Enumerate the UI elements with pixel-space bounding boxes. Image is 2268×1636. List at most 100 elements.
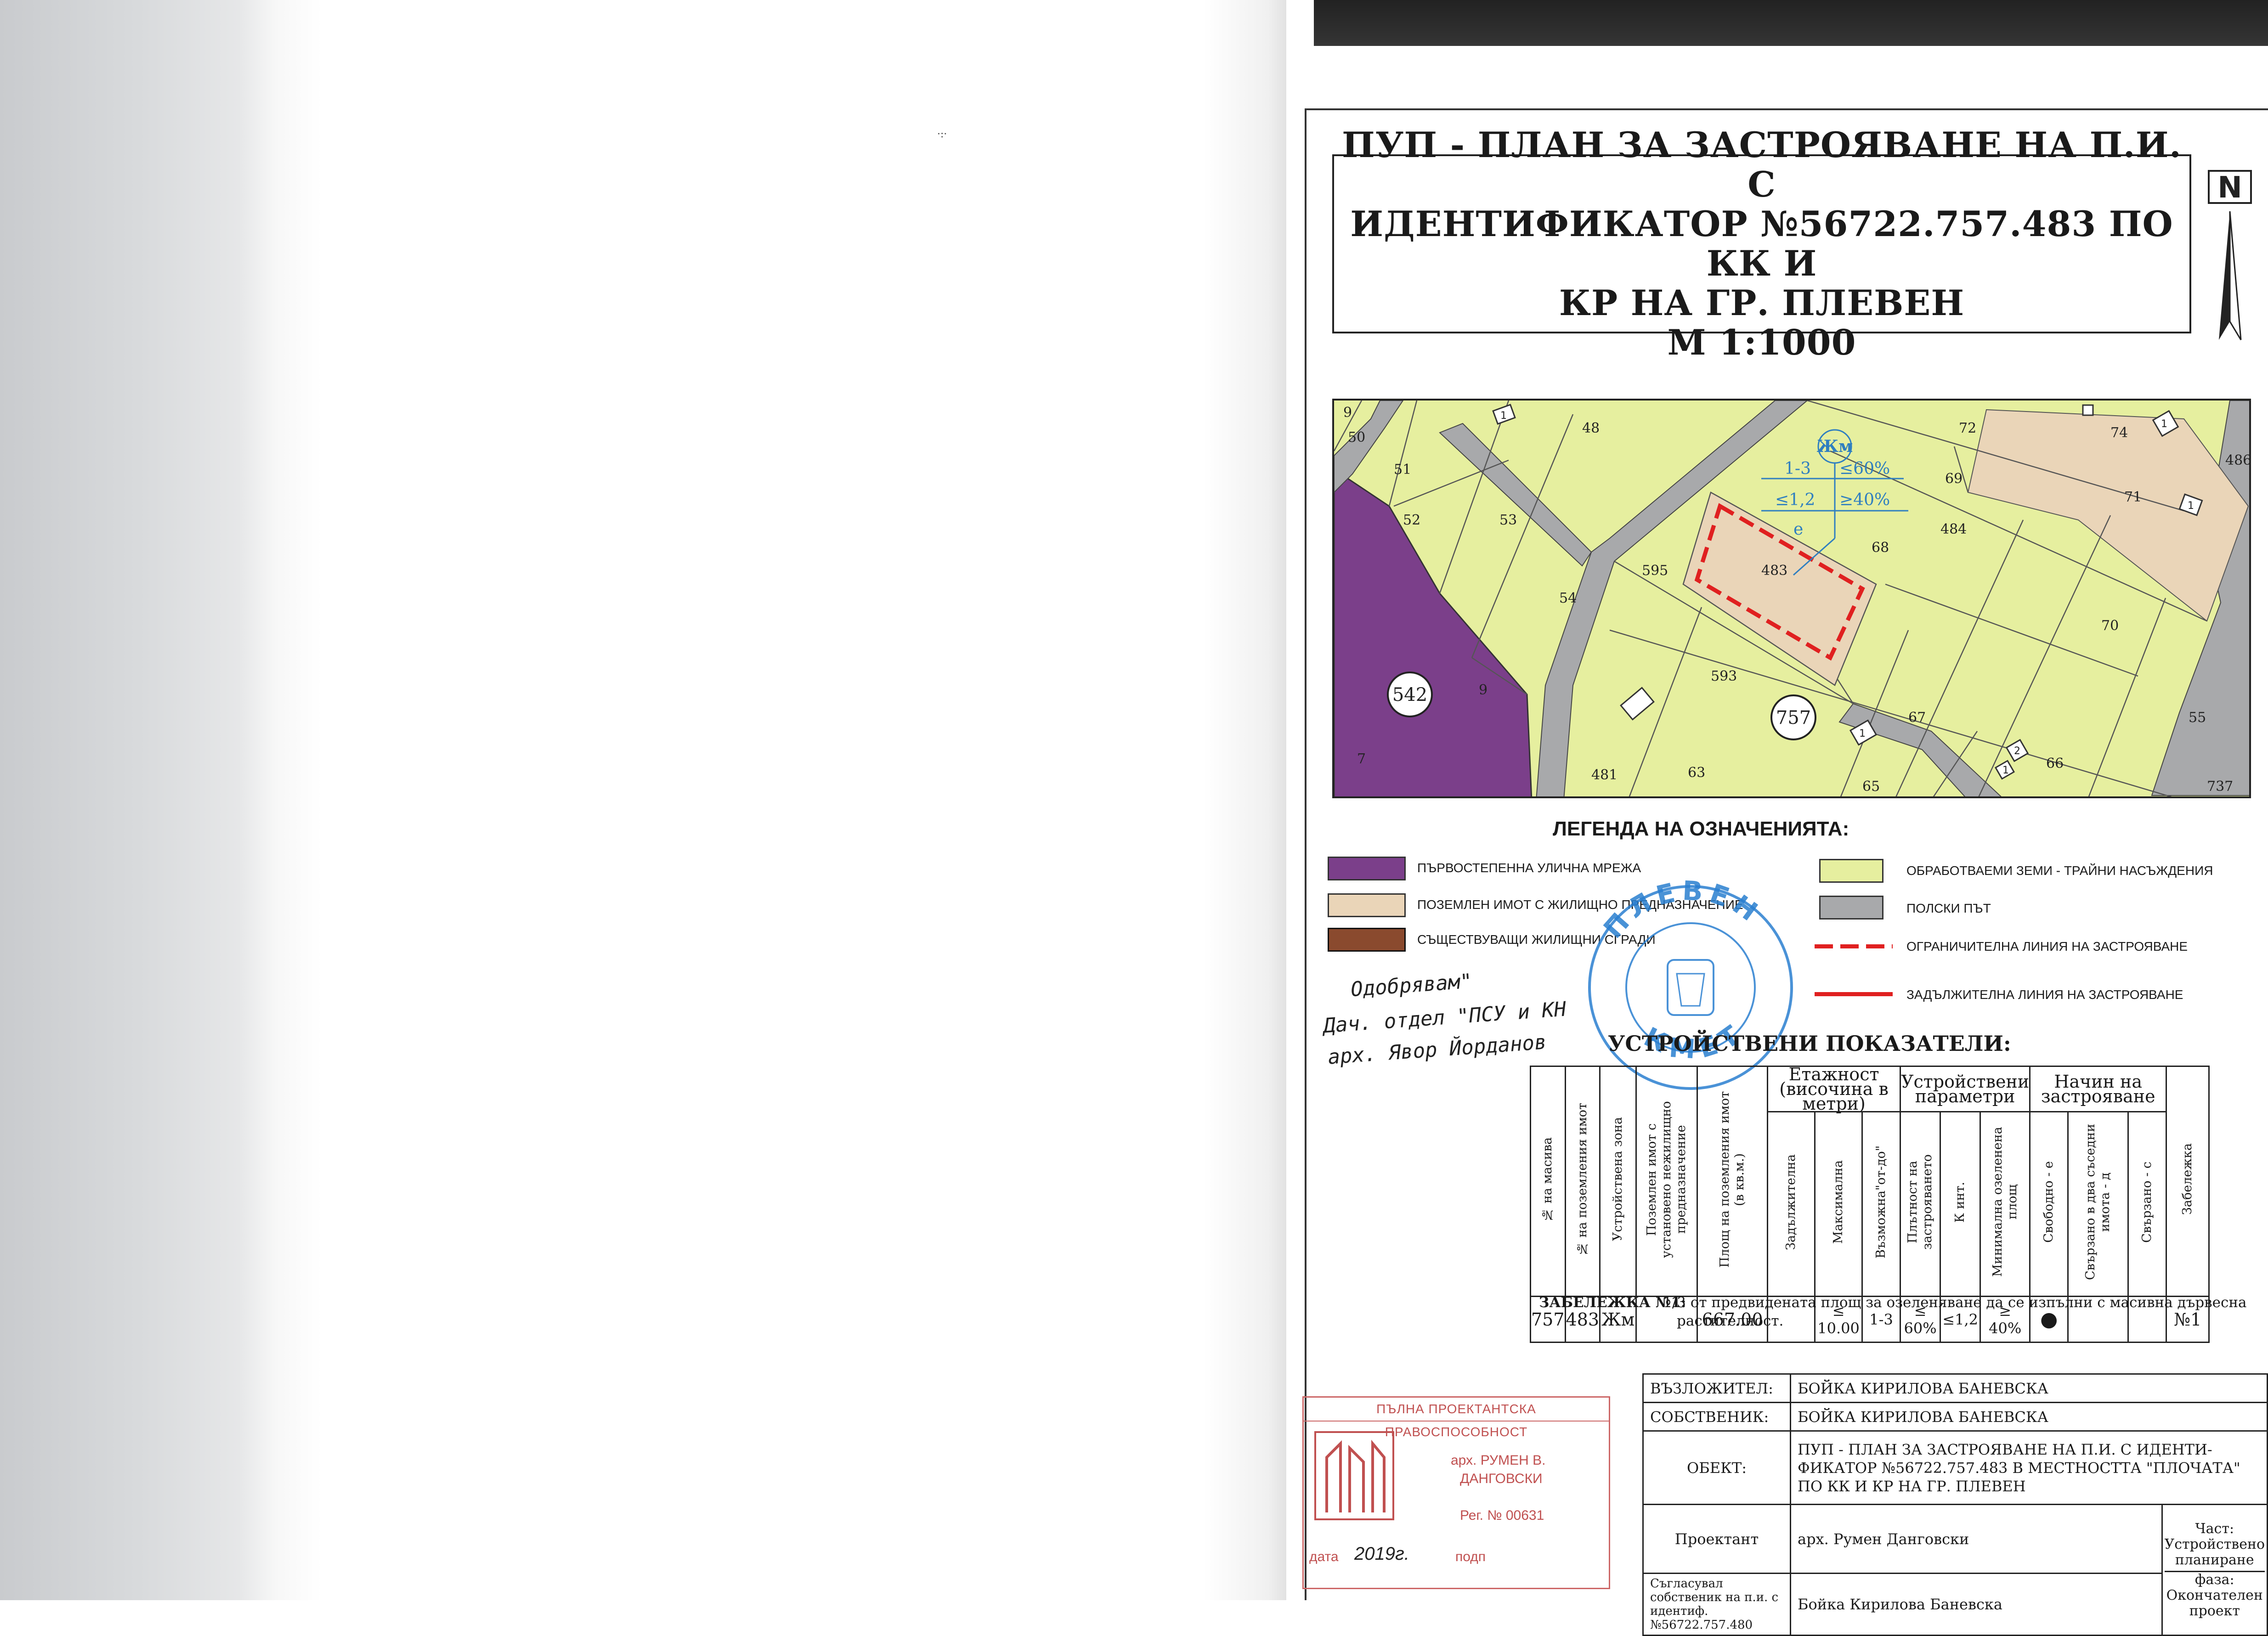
lot-9: 9: [1479, 682, 1487, 698]
lot-53: 53: [1499, 512, 1517, 528]
legend-label-field-road: ПОЛСКИ ПЪТ: [1906, 901, 1991, 915]
svg-text:ПЛЕВЕН: ПЛЕВЕН: [1597, 875, 1768, 944]
legend-label-arable: ОБРАБОТВАЕМИ ЗЕМИ - ТРАЙНИ НАСЪЖДЕНИЯ: [1906, 863, 2213, 878]
lot-63: 63: [1688, 765, 1705, 781]
designer-license-stamp: ПЪЛНА ПРОЕКТАНТСКА ПРАВОСПОСОБНОСТ арх. …: [1302, 1396, 1610, 1589]
lot-65: 65: [1862, 779, 1880, 795]
zone-label: Жм: [1817, 437, 1853, 456]
legend-swatch-residential: [1328, 893, 1406, 917]
col-header: Свързано в два съседни имота - д: [2067, 1111, 2129, 1297]
lot-55: 55: [2189, 710, 2206, 726]
zone-kint: ≤1,2: [1775, 491, 1815, 509]
legend-swatch-arable: [1819, 859, 1883, 883]
table-row: ОБЕКТ: ПУП - ПЛАН ЗА ЗАСТРОЯВАНЕ НА П.И.…: [1642, 1430, 2268, 1505]
tb-part-label: Част:: [2195, 1520, 2234, 1537]
license-header: ПЪЛНА ПРОЕКТАНТСКА ПРАВОСПОСОБНОСТ: [1304, 1398, 1609, 1439]
title-scale: М 1:1000: [1667, 322, 1856, 363]
zone-mode: е: [1793, 520, 1803, 539]
table-row: Проектант арх. Румен Данговски Част: Уст…: [1642, 1504, 2268, 1636]
lot-484: 484: [1940, 521, 1967, 537]
legend-label-mandatory: ЗАДЪЛЖИТЕЛНА ЛИНИЯ НА ЗАСТРОЯВАНЕ: [1906, 987, 2183, 1002]
zone-density: ≤60%: [1839, 459, 1890, 478]
group-header-mode: Начин на застрояване: [2029, 1066, 2167, 1112]
license-sign-label: подп: [1455, 1549, 1486, 1564]
lot-71: 71: [2124, 489, 2142, 505]
note-text-2: растителност.: [1677, 1313, 1784, 1329]
tb-part-value: Устройствено планиране: [2164, 1536, 2265, 1568]
lot-483: 483: [1761, 563, 1787, 579]
col-header: № на масива: [1530, 1066, 1566, 1297]
tb-agreed-value: Бойка Кирилова Баневска: [1790, 1573, 2163, 1636]
massif-757: 757: [1776, 707, 1811, 728]
bldg-floors-6: 2: [2014, 745, 2020, 757]
lot-70: 70: [2101, 618, 2119, 634]
indicators-title: УСТРОЙСТВЕНИ ПОКАЗАТЕЛИ:: [1608, 1031, 2011, 1056]
tb-phase-value: Окончателен проект: [2166, 1587, 2263, 1619]
lot-7: 7: [1357, 751, 1366, 767]
tb-agreed-label: Съгласувал собственик на п.и. с идентиф.…: [1642, 1573, 1791, 1636]
title-line-3: КР НА ГР. ПЛЕВЕН: [1559, 282, 1965, 323]
bldg-floors-3: 1: [2188, 500, 2194, 512]
col-header: Поземлен имот с установено нежилищно пре…: [1635, 1066, 1698, 1297]
tb-designer-label: Проектант: [1642, 1504, 1791, 1574]
col-header: Площ на поземления имот (в кв.м.): [1697, 1066, 1769, 1297]
tb-client-label: ВЪЗЛОЖИТЕЛ:: [1642, 1373, 1791, 1403]
zone-floors: 1-3: [1784, 459, 1811, 478]
lot-51: 51: [1394, 462, 1411, 478]
legend-swatch-primary-street: [1328, 857, 1406, 880]
tb-phase-label: фаза:: [2164, 1570, 2265, 1588]
group-header-params: Устройствени параметри: [1900, 1066, 2031, 1112]
legend-line-mandatory: [1815, 992, 1893, 996]
legend-swatch-buildings: [1328, 928, 1406, 952]
lot-593: 593: [1711, 668, 1737, 684]
col-header: К инт.: [1940, 1111, 1981, 1297]
tb-owner-value: БОЙКА КИРИЛОВА БАНЕВСКА: [1790, 1402, 2268, 1432]
tb-object-label: ОБЕКТ:: [1642, 1430, 1791, 1505]
lot-737: 737: [2207, 779, 2233, 795]
license-name-1: арх. РУМЕН В.: [1451, 1453, 1546, 1468]
col-header: Забележка: [2166, 1066, 2210, 1297]
cadastral-map: Жм 1-3 ≤60% ≤1,2 ≥40% е 9 50 51 52 53 54…: [1332, 399, 2251, 798]
title-line-2: ИДЕНТИФИКАТОР №56722.757.483 ПО КК И: [1350, 203, 2173, 284]
license-date-label: дата: [1309, 1549, 1339, 1564]
table-row: ВЪЗЛОЖИТЕЛ: БОЙКА КИРИЛОВА БАНЕВСКА: [1642, 1373, 2268, 1403]
lot-68: 68: [1872, 540, 1889, 556]
license-name-2: ДАНГОВСКИ: [1460, 1471, 1543, 1486]
lot-486: 486: [2225, 452, 2251, 468]
title-box: ПУП - ПЛАН ЗА ЗАСТРОЯВАНЕ НА П.И. С ИДЕН…: [1332, 125, 2191, 362]
lot-72: 72: [1959, 420, 1976, 436]
bldg-floors-1: 1: [1500, 410, 1507, 422]
title-block: ВЪЗЛОЖИТЕЛ: БОЙКА КИРИЛОВА БАНЕВСКА СОБС…: [1642, 1373, 2268, 1636]
north-label: N: [2217, 171, 2242, 205]
bldg-floors-2: 1: [2161, 418, 2167, 430]
tb-designer-value: арх. Румен Данговски: [1790, 1504, 2163, 1574]
title-line-1: ПУП - ПЛАН ЗА ЗАСТРОЯВАНЕ НА П.И. С: [1341, 124, 2182, 205]
lot-66: 66: [2046, 756, 2064, 772]
col-header: Максимална: [1814, 1111, 1863, 1297]
lot-74: 74: [2110, 425, 2128, 441]
col-header: № на поземления имот: [1564, 1066, 1601, 1297]
left-page: ·:·: [0, 0, 1286, 1600]
bldg-floors-5: 1: [2002, 765, 2009, 776]
license-reg: Рег. № 00631: [1460, 1508, 1544, 1523]
north-arrow-icon: N: [2200, 170, 2260, 344]
tb-client-value: БОЙКА КИРИЛОВА БАНЕВСКА: [1790, 1373, 2268, 1403]
lot-595: 595: [1642, 563, 1668, 579]
tb-owner-label: СОБСТВЕНИК:: [1642, 1402, 1791, 1432]
lot-481: 481: [1591, 767, 1618, 783]
table-row: СОБСТВЕНИК: БОЙКА КИРИЛОВА БАНЕВСКА: [1642, 1402, 2268, 1432]
col-header: Възможна"от-до": [1861, 1111, 1901, 1297]
lot-69: 69: [1945, 471, 1963, 487]
legend-line-limiting: [1815, 944, 1893, 948]
col-header: Задължителна: [1767, 1111, 1816, 1297]
col-header: Свободно - е: [2029, 1111, 2069, 1297]
tb-part-phase: Част: Устройствено планиране фаза: Оконч…: [2161, 1504, 2268, 1636]
stamp-top-text: ПЛЕВЕН: [1597, 875, 1762, 944]
scan-speck: ·:·: [937, 129, 947, 140]
zone-green: ≥40%: [1839, 491, 1890, 509]
lot-67: 67: [1908, 710, 1926, 726]
legend-title: ЛЕГЕНДА НА ОЗНАЧЕНИЯТА:: [1553, 818, 1849, 840]
group-header-floors: Етажност (височина в метри): [1767, 1066, 1901, 1112]
lot-54: 54: [1559, 590, 1577, 606]
col-header: Плътност на застрояването: [1900, 1111, 1941, 1297]
